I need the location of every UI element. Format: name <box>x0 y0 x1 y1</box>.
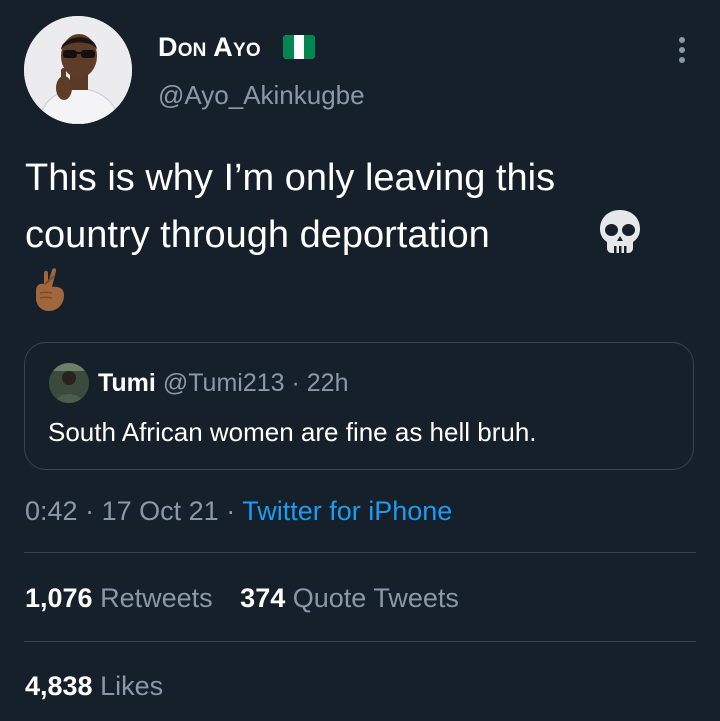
likes-row: 4,838 Likes <box>25 669 183 703</box>
tweet-date[interactable]: 17 Oct 21 <box>102 496 219 526</box>
retweets-count: 1,076 <box>25 583 93 613</box>
quote-tweets-stat[interactable]: 374 Quote Tweets <box>240 583 459 613</box>
more-vertical-icon[interactable] <box>672 34 692 66</box>
crossed-fingers-icon <box>30 265 70 313</box>
retweets-label: Retweets <box>100 583 213 613</box>
nigeria-flag-icon <box>282 33 316 61</box>
author-avatar[interactable] <box>24 16 132 124</box>
quoted-tweet-header: Tumi @Tumi213 · 22h <box>98 368 349 398</box>
tweet-text: This is why I’m only leaving this countr… <box>25 157 556 256</box>
meta-separator: · <box>226 496 236 526</box>
quoted-author-handle[interactable]: @Tumi213 <box>163 369 285 397</box>
retweets-stat[interactable]: 1,076 Retweets <box>25 583 213 613</box>
meta-separator: · <box>85 496 95 526</box>
tweet-meta: 0:42 · 17 Oct 21 · Twitter for iPhone <box>25 494 452 528</box>
quoted-tweet-time[interactable]: 22h <box>307 369 349 397</box>
quoted-author-name[interactable]: Tumi <box>98 369 156 397</box>
quoted-author-avatar[interactable] <box>49 363 89 403</box>
tweet-time[interactable]: 0:42 <box>25 496 78 526</box>
skull-icon <box>597 208 643 256</box>
divider <box>24 552 696 553</box>
author-display-name[interactable]: Don Ayo <box>158 30 261 64</box>
quote-tweets-count: 374 <box>240 583 286 613</box>
divider <box>24 641 696 642</box>
quoted-tweet-card[interactable]: Tumi @Tumi213 · 22h South African women … <box>24 342 694 470</box>
author-handle[interactable]: @Ayo_Akinkugbe <box>158 78 365 112</box>
tweet-source-link[interactable]: Twitter for iPhone <box>242 496 452 526</box>
quoted-tweet-text: South African women are fine as hell bru… <box>48 417 537 447</box>
likes-count: 4,838 <box>25 671 93 701</box>
engagement-stats: 1,076 Retweets 374 Quote Tweets <box>25 581 479 615</box>
likes-stat[interactable]: 4,838 Likes <box>25 671 163 701</box>
quoted-meta-separator: · <box>291 369 300 397</box>
likes-label: Likes <box>100 671 164 701</box>
quote-tweets-label: Quote Tweets <box>292 583 459 613</box>
